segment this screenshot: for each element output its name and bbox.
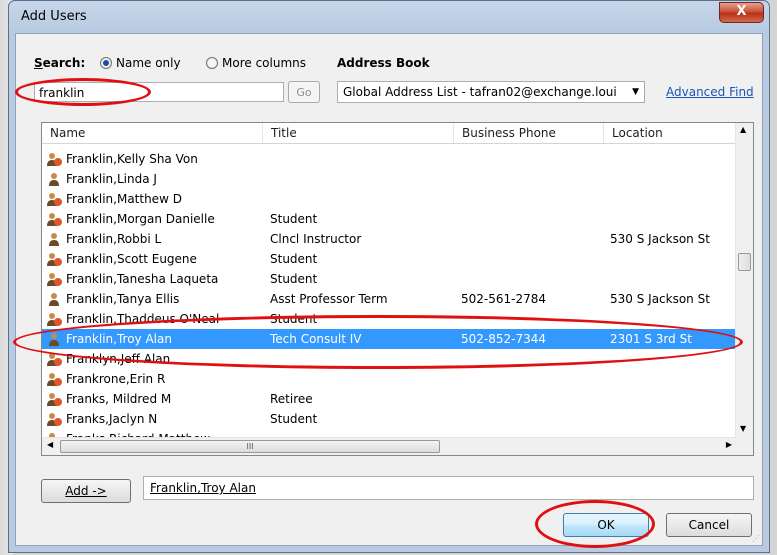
cell-phone: 502-561-2784 xyxy=(461,292,547,306)
list-item[interactable]: Franklin,Thaddeus O'Neal Student xyxy=(42,309,737,329)
dialog-body: Search: Name only More columns Address B… xyxy=(15,33,763,546)
list-item[interactable]: Franklin,Tanya Ellis Asst Professor Term 5… xyxy=(42,289,737,309)
cell-name: Franklin,Tanesha Laqueta xyxy=(66,272,219,286)
search-input[interactable]: franklin xyxy=(34,82,284,102)
group-user-icon xyxy=(46,192,62,206)
cell-name: Franklin,Robbi L xyxy=(66,232,162,246)
cell-location: 530 S Jackson St xyxy=(610,292,710,306)
cell-name: Franklin,Kelly Sha Von xyxy=(66,152,198,166)
scroll-down-icon[interactable]: ▼ xyxy=(740,424,746,433)
search-label: Search: xyxy=(34,56,86,70)
list-header: Name Title Business Phone Location xyxy=(42,123,737,144)
cell-name: Franks,Jaclyn N xyxy=(66,412,158,426)
list-item[interactable]: Franklin,Robbi L Clncl Instructor 530 S Ja… xyxy=(42,229,737,249)
more-columns-radio[interactable]: More columns xyxy=(206,56,306,70)
horizontal-scroll-thumb[interactable]: III xyxy=(60,440,440,453)
list-item[interactable]: Franklin,Troy Alan Tech Consult IV 502-852… xyxy=(42,329,737,349)
group-user-icon xyxy=(46,152,62,166)
list-rows: Franklin,Kelly Sha Von Franklin,Linda J Fr… xyxy=(42,149,737,449)
scroll-up-icon[interactable]: ▲ xyxy=(740,125,746,134)
cell-name: Franklin,Thaddeus O'Neal xyxy=(66,312,220,326)
cell-title: Asst Professor Term xyxy=(270,292,388,306)
list-item[interactable]: Franklin,Matthew D xyxy=(42,189,737,209)
cell-title: Tech Consult IV xyxy=(270,332,362,346)
name-only-label: Name only xyxy=(116,56,181,70)
list-item[interactable]: Franklin,Morgan Danielle Student xyxy=(42,209,737,229)
cell-title: Student xyxy=(270,212,318,226)
user-icon xyxy=(46,332,62,346)
go-button[interactable]: Go xyxy=(288,81,320,103)
chevron-down-icon: ▼ xyxy=(632,87,639,97)
cell-title: Clncl Instructor xyxy=(270,232,362,246)
cell-name: Franklin,Morgan Danielle xyxy=(66,212,215,226)
address-book-value: Global Address List - tafran02@exchange.… xyxy=(343,85,617,99)
user-icon xyxy=(46,172,62,186)
scroll-thumb[interactable] xyxy=(738,253,751,271)
cell-location: 530 S Jackson St xyxy=(610,232,710,246)
address-book-label: Address Book xyxy=(337,56,430,70)
cell-title: Student xyxy=(270,412,318,426)
list-item[interactable]: Franklin,Kelly Sha Von xyxy=(42,149,737,169)
scroll-left-icon[interactable]: ◀ xyxy=(47,440,53,449)
column-header-phone[interactable]: Business Phone xyxy=(454,123,604,143)
name-only-radio[interactable]: Name only xyxy=(100,56,181,70)
cell-name: Frankrone,Erin R xyxy=(66,372,166,386)
cell-name: Franks, Mildred M xyxy=(66,392,172,406)
advanced-find-link[interactable]: Advanced Find xyxy=(666,85,754,99)
group-user-icon xyxy=(46,412,62,426)
title-bar: Add Users X xyxy=(9,1,769,33)
group-user-icon xyxy=(46,252,62,266)
group-user-icon xyxy=(46,392,62,406)
cell-title: Student xyxy=(270,272,318,286)
column-header-location[interactable]: Location xyxy=(604,123,737,143)
ok-button[interactable]: OK xyxy=(563,513,649,537)
added-users-field[interactable]: Franklin,Troy Alan xyxy=(143,476,754,500)
window-title: Add Users xyxy=(21,9,87,24)
column-header-name[interactable]: Name xyxy=(42,123,263,143)
group-user-icon xyxy=(46,272,62,286)
cell-title: Student xyxy=(270,252,318,266)
user-icon xyxy=(46,292,62,306)
cell-name: Franklin,Scott Eugene xyxy=(66,252,197,266)
cell-title: Retiree xyxy=(270,392,313,406)
radio-unselected-icon xyxy=(206,57,218,69)
add-button[interactable]: Add -> xyxy=(41,479,131,503)
list-item[interactable]: Franks, Mildred M Retiree xyxy=(42,389,737,409)
group-user-icon xyxy=(46,372,62,386)
more-columns-label: More columns xyxy=(222,56,306,70)
users-list[interactable]: Name Title Business Phone Location Frank… xyxy=(41,122,754,456)
list-item[interactable]: Franklyn,Jeff Alan xyxy=(42,349,737,369)
radio-selected-icon xyxy=(100,57,112,69)
cell-title: Student xyxy=(270,312,318,326)
horizontal-scrollbar[interactable]: ◀ III ▶ xyxy=(42,437,737,455)
add-users-dialog: Add Users X Search: Name only More colum… xyxy=(8,0,770,553)
cancel-button[interactable]: Cancel xyxy=(666,513,752,537)
list-item[interactable]: Franks,Jaclyn N Student xyxy=(42,409,737,429)
list-item[interactable]: Franklin,Linda J xyxy=(42,169,737,189)
address-book-dropdown[interactable]: Global Address List - tafran02@exchange.… xyxy=(337,81,645,103)
resize-grip-icon[interactable]: ⋰ xyxy=(752,534,760,543)
cell-name: Franklyn,Jeff Alan xyxy=(66,352,171,366)
group-user-icon xyxy=(46,212,62,226)
group-user-icon xyxy=(46,352,62,366)
user-icon xyxy=(46,232,62,246)
column-header-title[interactable]: Title xyxy=(263,123,454,143)
cell-name: Franklin,Linda J xyxy=(66,172,157,186)
list-item[interactable]: Franklin,Tanesha Laqueta Student xyxy=(42,269,737,289)
scroll-right-icon[interactable]: ▶ xyxy=(726,440,732,449)
close-button[interactable]: X xyxy=(719,2,764,23)
vertical-scrollbar[interactable]: ▲ ▼ xyxy=(735,123,753,455)
list-item[interactable]: Frankrone,Erin R xyxy=(42,369,737,389)
cell-location: 2301 S 3rd St xyxy=(610,332,692,346)
cell-name: Franklin,Matthew D xyxy=(66,192,182,206)
cell-name: Franklin,Tanya Ellis xyxy=(66,292,180,306)
cell-name: Franklin,Troy Alan xyxy=(66,332,172,346)
group-user-icon xyxy=(46,312,62,326)
list-item[interactable]: Franklin,Scott Eugene Student xyxy=(42,249,737,269)
cell-phone: 502-852-7344 xyxy=(461,332,547,346)
